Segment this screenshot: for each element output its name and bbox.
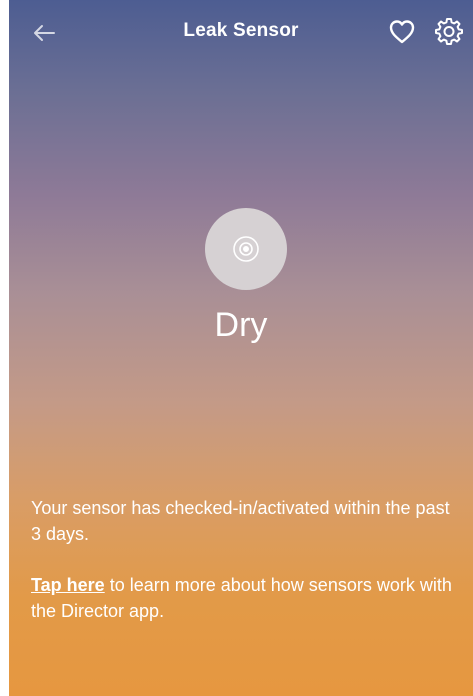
sensor-icon <box>233 236 259 262</box>
heart-icon <box>389 20 415 44</box>
leak-sensor-screen: Leak Sensor Dry Your sensor has checked-… <box>9 0 473 696</box>
learn-more-message: Tap here to learn more about how sensors… <box>31 572 461 624</box>
status-label: Dry <box>214 306 268 344</box>
tap-here-link[interactable]: Tap here <box>31 575 105 595</box>
sensor-status-circle <box>205 208 287 290</box>
gear-icon <box>435 18 463 45</box>
checkin-message: Your sensor has checked-in/activated wit… <box>31 498 450 544</box>
header-bar: Leak Sensor <box>9 0 473 64</box>
favorite-button[interactable] <box>387 17 417 47</box>
settings-button[interactable] <box>433 15 465 47</box>
